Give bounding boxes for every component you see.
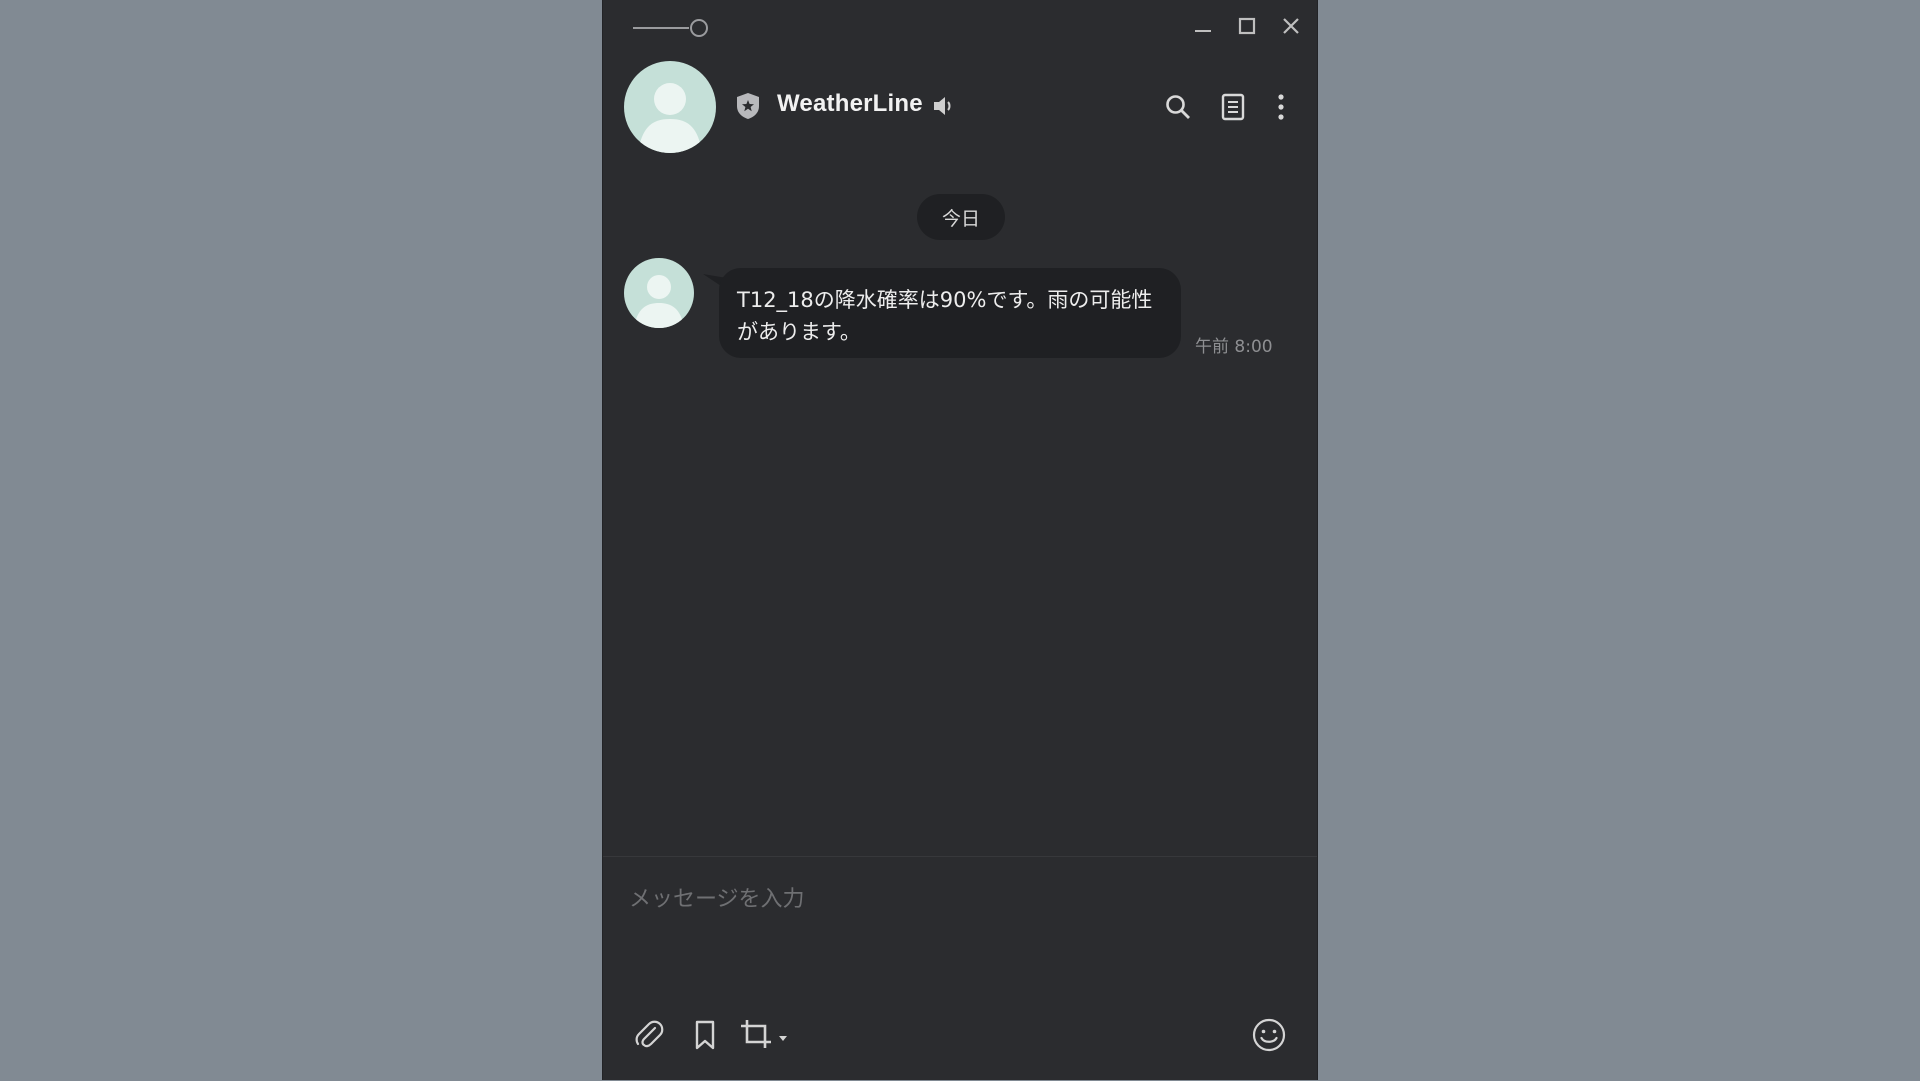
- chat-title: WeatherLine: [777, 90, 923, 117]
- message-input[interactable]: [627, 879, 1291, 973]
- date-separator: 今日: [917, 194, 1005, 240]
- more-vertical-icon[interactable]: [1264, 90, 1298, 124]
- bookmark-icon[interactable]: [685, 1015, 725, 1055]
- paperclip-icon[interactable]: [629, 1015, 669, 1055]
- notes-icon[interactable]: [1216, 90, 1250, 124]
- search-icon[interactable]: [1161, 90, 1195, 124]
- message-list[interactable]: 今日 T12_18の降水確率は90%です。雨の可能性があります。 午前 8:00: [603, 168, 1317, 856]
- emoji-icon[interactable]: [1249, 1015, 1289, 1055]
- avatar[interactable]: [624, 61, 716, 153]
- speaker-icon: [931, 94, 957, 118]
- maximize-icon[interactable]: [1231, 10, 1263, 42]
- chat-header: WeatherLine: [603, 52, 1317, 168]
- close-icon[interactable]: [1275, 10, 1307, 42]
- crop-icon[interactable]: [739, 1015, 799, 1055]
- chat-window: WeatherLine 今日 T12_18の降水確率は90%です。雨の可能性があ…: [602, 0, 1318, 1080]
- minimize-icon[interactable]: [1187, 10, 1219, 42]
- message-composer: [603, 856, 1317, 1081]
- message-timestamp: 午前 8:00: [1195, 337, 1273, 357]
- official-shield-icon: [734, 91, 762, 121]
- title-bar: [603, 0, 1317, 52]
- message-bubble[interactable]: T12_18の降水確率は90%です。雨の可能性があります。: [719, 268, 1181, 358]
- sender-avatar[interactable]: [624, 258, 694, 328]
- opacity-slider-icon[interactable]: [631, 18, 711, 38]
